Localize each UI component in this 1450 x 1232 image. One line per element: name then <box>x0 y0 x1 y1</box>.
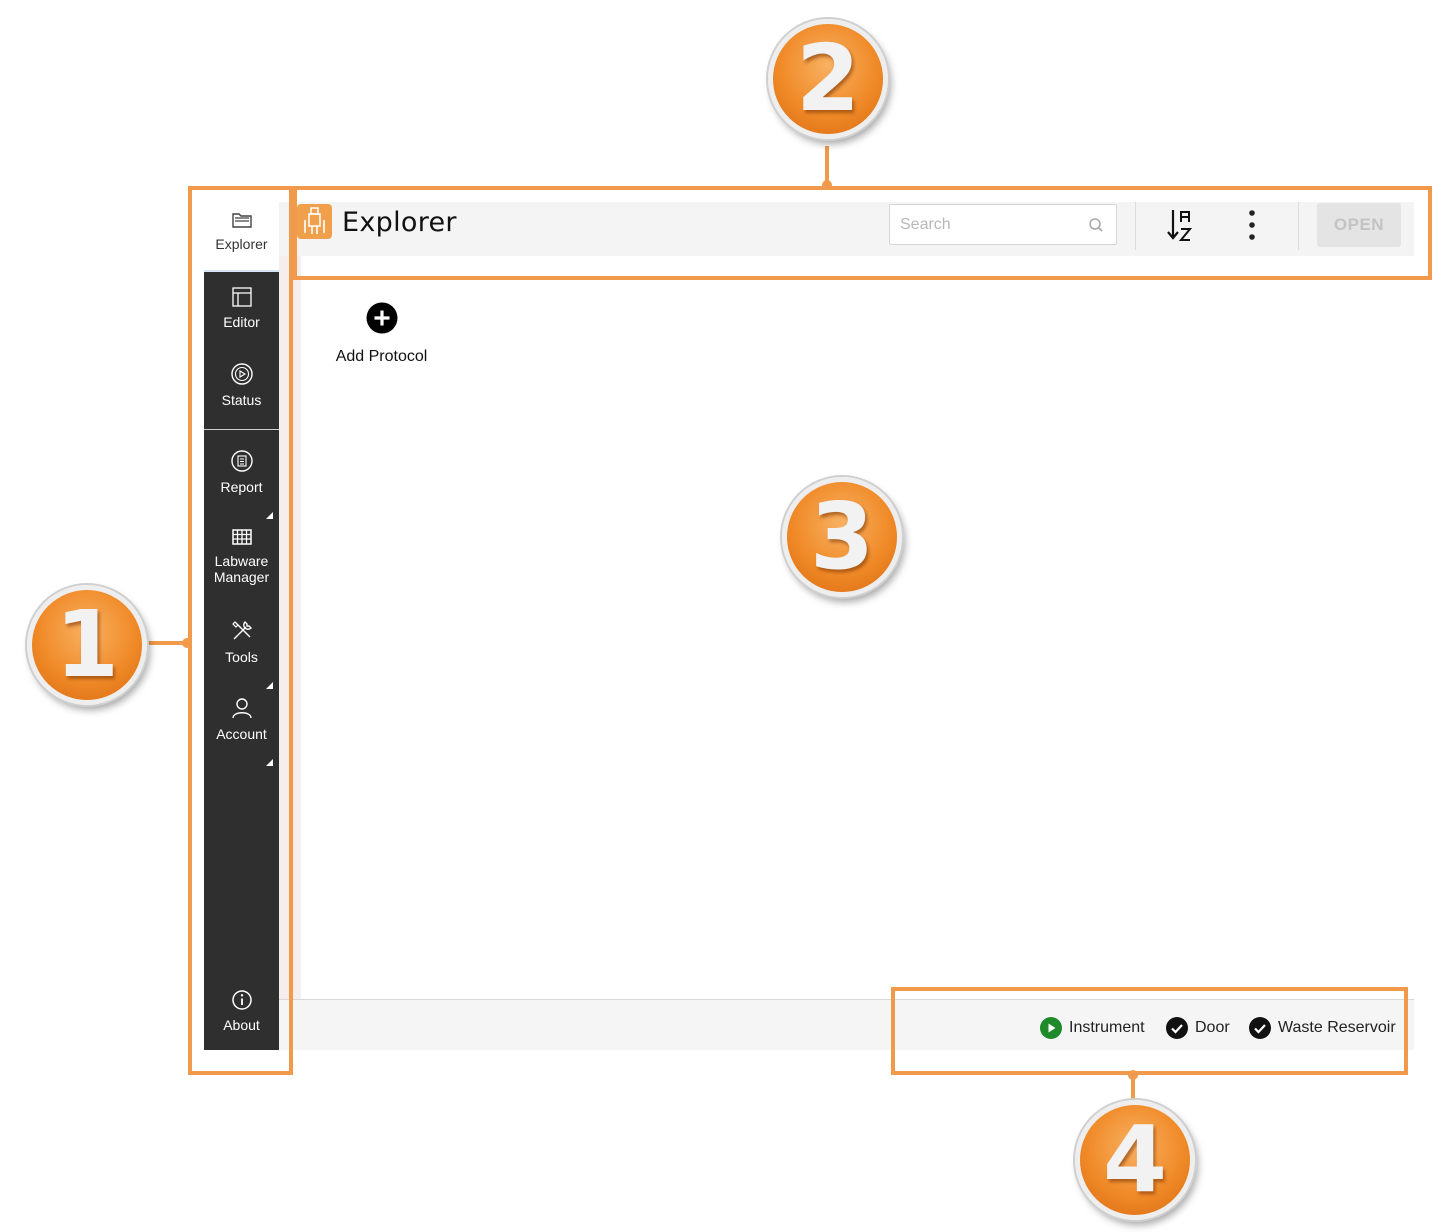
open-button[interactable]: OPEN <box>1317 203 1401 247</box>
sidebar-item-tools[interactable]: Tools <box>204 619 279 691</box>
play-circle-icon <box>230 363 253 385</box>
search-icon[interactable] <box>1088 217 1104 233</box>
status-label: Waste Reservoir <box>1278 1019 1396 1036</box>
annotation-badge-3: 3 <box>782 477 902 597</box>
sidebar-item-labware-manager[interactable]: Labware Manager <box>204 529 279 595</box>
sidebar-item-label: Status <box>221 392 262 408</box>
submenu-indicator <box>266 512 273 519</box>
editor-icon <box>231 287 252 307</box>
sidebar: Explorer Editor Status Report Labware Ma… <box>204 202 279 1050</box>
status-waste-reservoir: Waste Reservoir <box>1249 1017 1396 1039</box>
submenu-indicator <box>266 682 273 689</box>
sidebar-item-label: About <box>223 1017 260 1033</box>
app-window: Explorer Editor Status Report Labware Ma… <box>204 202 1414 1050</box>
annotation-connector-dot <box>822 180 832 190</box>
toolbar-separator <box>1298 202 1299 250</box>
info-icon <box>231 990 252 1010</box>
play-circle-icon <box>1040 1017 1062 1039</box>
sort-az-icon[interactable] <box>1166 207 1196 243</box>
sidebar-divider <box>204 429 279 430</box>
sidebar-item-label: Editor <box>223 314 260 330</box>
grid-icon <box>231 529 252 545</box>
sidebar-item-report[interactable]: Report <box>204 449 279 521</box>
clipboard-icon <box>230 450 253 472</box>
pipette-robot-icon <box>304 207 325 234</box>
tools-icon <box>231 621 252 640</box>
user-icon <box>231 698 252 719</box>
sidebar-item-label: Tools <box>225 649 258 665</box>
header-bar: Explorer OPEN <box>279 202 1414 256</box>
annotation-badge-1: 1 <box>27 585 147 705</box>
sidebar-item-editor[interactable]: Editor <box>204 286 279 358</box>
sidebar-item-label: Labware Manager <box>213 553 270 585</box>
annotation-badge-4: 4 <box>1075 1100 1195 1220</box>
annotation-connector-dot <box>182 638 192 648</box>
sidebar-item-about[interactable]: About <box>204 989 279 1045</box>
sidebar-item-label: Report <box>220 479 263 495</box>
add-protocol-label: Add Protocol <box>335 348 428 365</box>
status-door: Door <box>1166 1017 1230 1039</box>
status-bar: Instrument Door Waste Reservoir <box>279 999 1414 1050</box>
annotation-badge-2: 2 <box>768 19 888 139</box>
status-label: Door <box>1195 1019 1230 1036</box>
more-vertical-icon[interactable] <box>1242 207 1262 243</box>
folder-icon <box>231 213 252 228</box>
search-box[interactable] <box>889 204 1117 245</box>
sidebar-item-account[interactable]: Account <box>204 696 279 768</box>
app-logo <box>297 204 332 239</box>
sidebar-item-status[interactable]: Status <box>204 362 279 434</box>
status-instrument: Instrument <box>1040 1017 1145 1039</box>
add-protocol-button[interactable]: Add Protocol <box>334 302 429 366</box>
check-circle-icon <box>1166 1017 1188 1039</box>
plus-circle-icon <box>366 302 397 334</box>
submenu-indicator <box>266 759 273 766</box>
annotation-connector-dot <box>1128 1070 1138 1080</box>
check-circle-icon <box>1249 1017 1271 1039</box>
search-input[interactable] <box>900 214 1075 236</box>
content-left-gutter <box>279 202 301 999</box>
sidebar-item-label: Explorer <box>215 236 268 252</box>
sidebar-item-explorer[interactable]: Explorer <box>204 202 279 272</box>
page-title: Explorer <box>342 207 457 238</box>
sidebar-item-label: Account <box>216 726 267 742</box>
toolbar-separator <box>1135 202 1136 250</box>
status-label: Instrument <box>1069 1019 1145 1036</box>
